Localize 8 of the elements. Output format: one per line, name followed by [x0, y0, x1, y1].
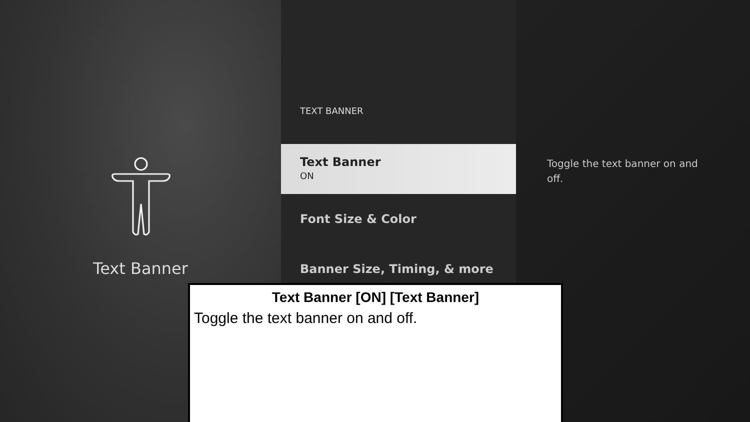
section-heading: TEXT BANNER [299, 106, 364, 119]
accessibility-person-icon [108, 157, 172, 237]
description-text: Toggle the text banner on and off. [547, 158, 699, 187]
banner-text: Toggle the text banner on and off. [194, 309, 418, 329]
menu-item[interactable]: Text Banner ON [281, 144, 516, 194]
panel-title: Text Banner [93, 258, 188, 280]
banner-title: Text Banner [ON] [Text Banner] [270, 288, 480, 307]
menu-item[interactable]: Font Size & Color [281, 194, 516, 244]
